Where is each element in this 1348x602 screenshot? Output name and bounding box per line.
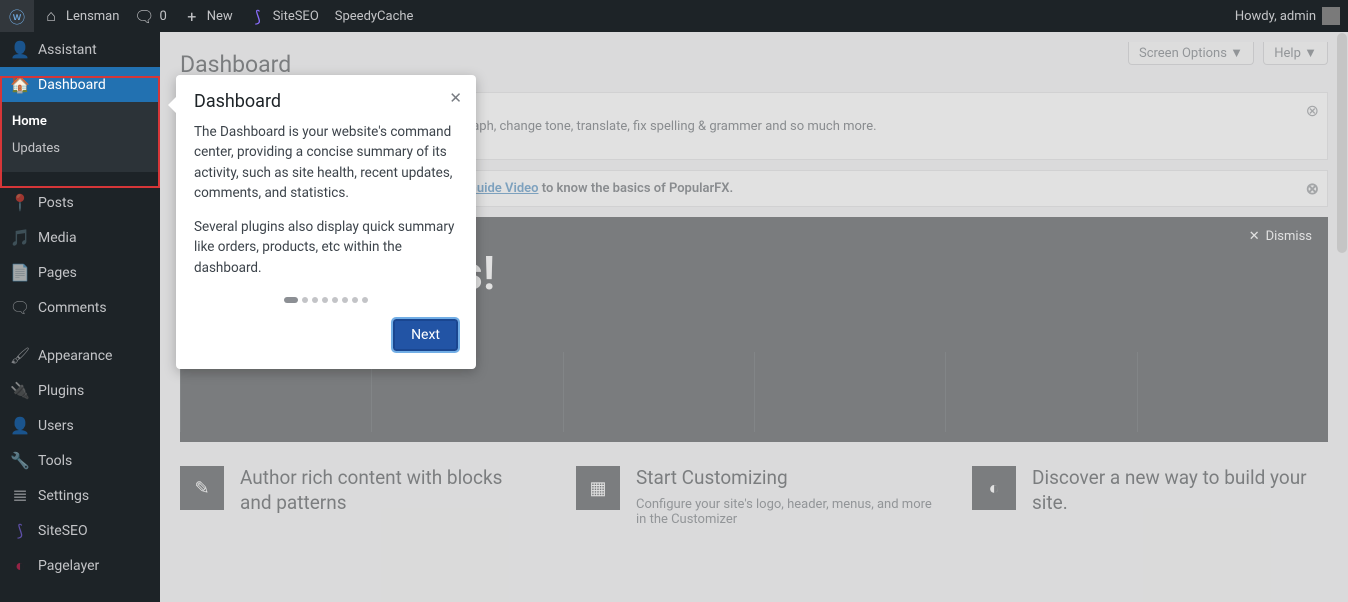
- comments-count: 0: [159, 9, 166, 24]
- howdy-text: Howdy, admin: [1235, 9, 1316, 24]
- menu-appearance[interactable]: 🖌 Appearance: [0, 338, 160, 373]
- popover-arrow-icon: [168, 97, 176, 113]
- site-name: Lensman: [66, 9, 119, 24]
- dot-step-6: [342, 297, 348, 303]
- menu-assistant[interactable]: 👤 Assistant: [0, 32, 160, 67]
- dot-step-8: [362, 297, 368, 303]
- menu-dashboard[interactable]: 🏠 Dashboard: [0, 67, 160, 102]
- new-label: New: [207, 9, 233, 24]
- menu-siteseo[interactable]: ⟆ SiteSEO: [0, 513, 160, 548]
- comment-icon: 🗨: [135, 7, 153, 26]
- comments-link[interactable]: 🗨0: [127, 0, 174, 32]
- menu-posts[interactable]: 📍 Posts: [0, 185, 160, 220]
- menu-pagelayer[interactable]: ◐ Pagelayer: [0, 548, 160, 584]
- submenu-home[interactable]: Home: [0, 108, 160, 135]
- dot-step-3: [312, 297, 318, 303]
- wp-logo[interactable]: ⓦ: [0, 0, 34, 32]
- wordpress-icon: ⓦ: [8, 4, 26, 28]
- new-content-link[interactable]: + New: [175, 0, 241, 32]
- speedycache-toolbar[interactable]: SpeedyCache: [327, 0, 422, 32]
- dot-step-5: [332, 297, 338, 303]
- menu-label: Plugins: [38, 383, 84, 399]
- tour-next-button[interactable]: Next: [393, 319, 458, 351]
- user-icon: 👤: [10, 40, 30, 59]
- tour-progress-dots: [194, 292, 458, 307]
- menu-tools[interactable]: 🔧 Tools: [0, 443, 160, 478]
- tour-paragraph-1: The Dashboard is your website's command …: [194, 122, 458, 203]
- submenu-dashboard: Home Updates: [0, 102, 160, 172]
- plug-icon: 🔌: [10, 381, 30, 400]
- comment-icon: 🗨: [10, 298, 30, 317]
- menu-label: Tools: [38, 453, 72, 469]
- siteseo-label: SiteSEO: [273, 9, 319, 24]
- menu-label: SiteSEO: [38, 523, 88, 539]
- menu-label: Pages: [38, 265, 77, 281]
- menu-media[interactable]: 🎵 Media: [0, 220, 160, 255]
- dot-step-4: [322, 297, 328, 303]
- my-account[interactable]: Howdy, admin: [1227, 0, 1348, 32]
- page-icon: 📄: [10, 263, 30, 282]
- pin-icon: 📍: [10, 193, 30, 212]
- menu-settings[interactable]: 𝌆 Settings: [0, 478, 160, 513]
- tour-title: Dashboard: [194, 91, 458, 112]
- submenu-updates[interactable]: Updates: [0, 135, 160, 162]
- wrench-icon: 🔧: [10, 451, 30, 470]
- settings-icon: 𝌆: [10, 486, 30, 505]
- admin-bar: ⓦ ⌂Lensman 🗨0 +New ⟆SiteSEO SpeedyCache …: [0, 0, 1348, 32]
- menu-label: Settings: [38, 488, 89, 504]
- menu-label: Posts: [38, 195, 74, 211]
- menu-label: Appearance: [38, 348, 112, 364]
- tour-close-button[interactable]: ✕: [449, 89, 462, 107]
- brush-icon: 🖌: [10, 346, 30, 365]
- menu-label: Assistant: [38, 42, 97, 58]
- home-icon: ⌂: [42, 6, 60, 26]
- menu-label: Pagelayer: [38, 558, 99, 574]
- avatar: [1322, 7, 1340, 25]
- speedycache-label: SpeedyCache: [335, 9, 414, 24]
- media-icon: 🎵: [10, 228, 30, 247]
- siteseo-icon: ⟆: [249, 7, 267, 26]
- admin-menu: 👤 Assistant 🏠 Dashboard Home Updates 📍 Post…: [0, 32, 160, 602]
- menu-pages[interactable]: 📄 Pages: [0, 255, 160, 290]
- menu-label: Users: [38, 418, 74, 434]
- siteseo-toolbar[interactable]: ⟆ SiteSEO: [241, 0, 327, 32]
- menu-label: Media: [38, 230, 77, 246]
- tour-popover: ✕ Dashboard The Dashboard is your websit…: [176, 75, 476, 369]
- menu-plugins[interactable]: 🔌 Plugins: [0, 373, 160, 408]
- site-name-link[interactable]: ⌂ Lensman: [34, 0, 127, 32]
- pagelayer-icon: ◐: [10, 556, 30, 576]
- dot-step-2: [302, 297, 308, 303]
- users-icon: 👤: [10, 416, 30, 435]
- dot-step-7: [352, 297, 358, 303]
- siteseo-icon: ⟆: [10, 521, 30, 540]
- dot-step-1: [284, 297, 298, 303]
- menu-comments[interactable]: 🗨 Comments: [0, 290, 160, 325]
- tour-paragraph-2: Several plugins also display quick summa…: [194, 217, 458, 278]
- menu-label: Dashboard: [38, 77, 106, 93]
- gauge-icon: 🏠: [10, 75, 30, 94]
- menu-users[interactable]: 👤 Users: [0, 408, 160, 443]
- menu-label: Comments: [38, 300, 107, 316]
- plus-icon: +: [183, 7, 201, 26]
